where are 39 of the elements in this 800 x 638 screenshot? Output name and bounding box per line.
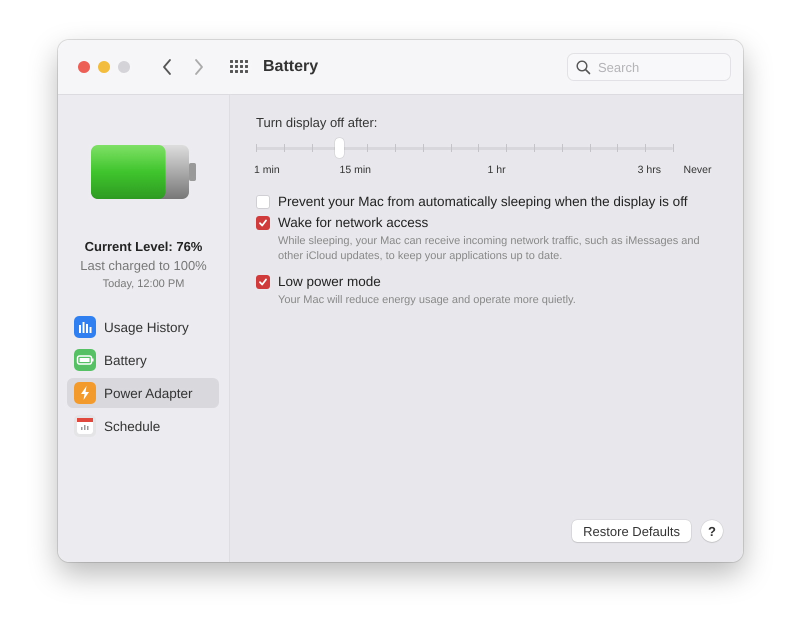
forward-button[interactable] — [194, 58, 204, 76]
option-label: Wake for network access — [278, 215, 430, 230]
calendar-icon — [74, 415, 96, 437]
display-off-slider[interactable] — [256, 138, 673, 160]
slider-thumb[interactable] — [335, 138, 344, 158]
tick-label: 1 hr — [488, 164, 506, 176]
window-title: Battery — [263, 58, 318, 76]
checkbox[interactable] — [256, 195, 270, 209]
option-label: Prevent your Mac from automatically sleeping when the display is off — [278, 194, 688, 209]
bar-chart-icon — [74, 316, 96, 338]
tick-label: 3 hrs — [638, 164, 661, 176]
option-description: While sleeping, your Mac can receive incoming network traffic, such as iMessages and other iCloud updates, to keep your applications up to date. — [278, 234, 701, 264]
sidebar-item[interactable]: Schedule — [67, 411, 219, 441]
tick-label: Never — [684, 164, 712, 176]
sidebar-item[interactable]: Battery — [67, 345, 219, 375]
sidebar-item[interactable]: Power Adapter — [67, 378, 219, 408]
zoom-icon[interactable] — [118, 61, 130, 73]
help-button[interactable]: ? — [701, 520, 723, 542]
restore-defaults-button[interactable]: Restore Defaults — [572, 520, 691, 542]
option-description: Your Mac will reduce energy usage and operate more quietly. — [278, 293, 576, 308]
charged-time-text: Today, 12:00 PM — [102, 278, 184, 290]
lightning-icon — [74, 382, 96, 404]
back-button[interactable] — [162, 58, 172, 76]
tick-label: 15 min — [339, 164, 371, 176]
current-level-text: Current Level: 76% — [84, 239, 202, 254]
tick-label: 1 min — [254, 164, 280, 176]
grid-icon[interactable] — [230, 60, 249, 74]
search-field[interactable]: Search — [567, 53, 731, 81]
checkbox[interactable] — [256, 216, 270, 230]
last-charged-text: Last charged to 100% — [80, 258, 207, 273]
battery-icon — [74, 349, 96, 371]
option-label: Low power mode — [278, 274, 382, 289]
sidebar-item[interactable]: Usage History — [67, 312, 219, 342]
checkmark-icon — [258, 277, 268, 287]
minimize-icon[interactable] — [98, 61, 110, 73]
checkmark-icon — [258, 218, 268, 228]
slider-label: Turn display off after: — [256, 115, 378, 130]
checkbox[interactable] — [256, 275, 270, 289]
close-icon[interactable] — [78, 61, 90, 73]
